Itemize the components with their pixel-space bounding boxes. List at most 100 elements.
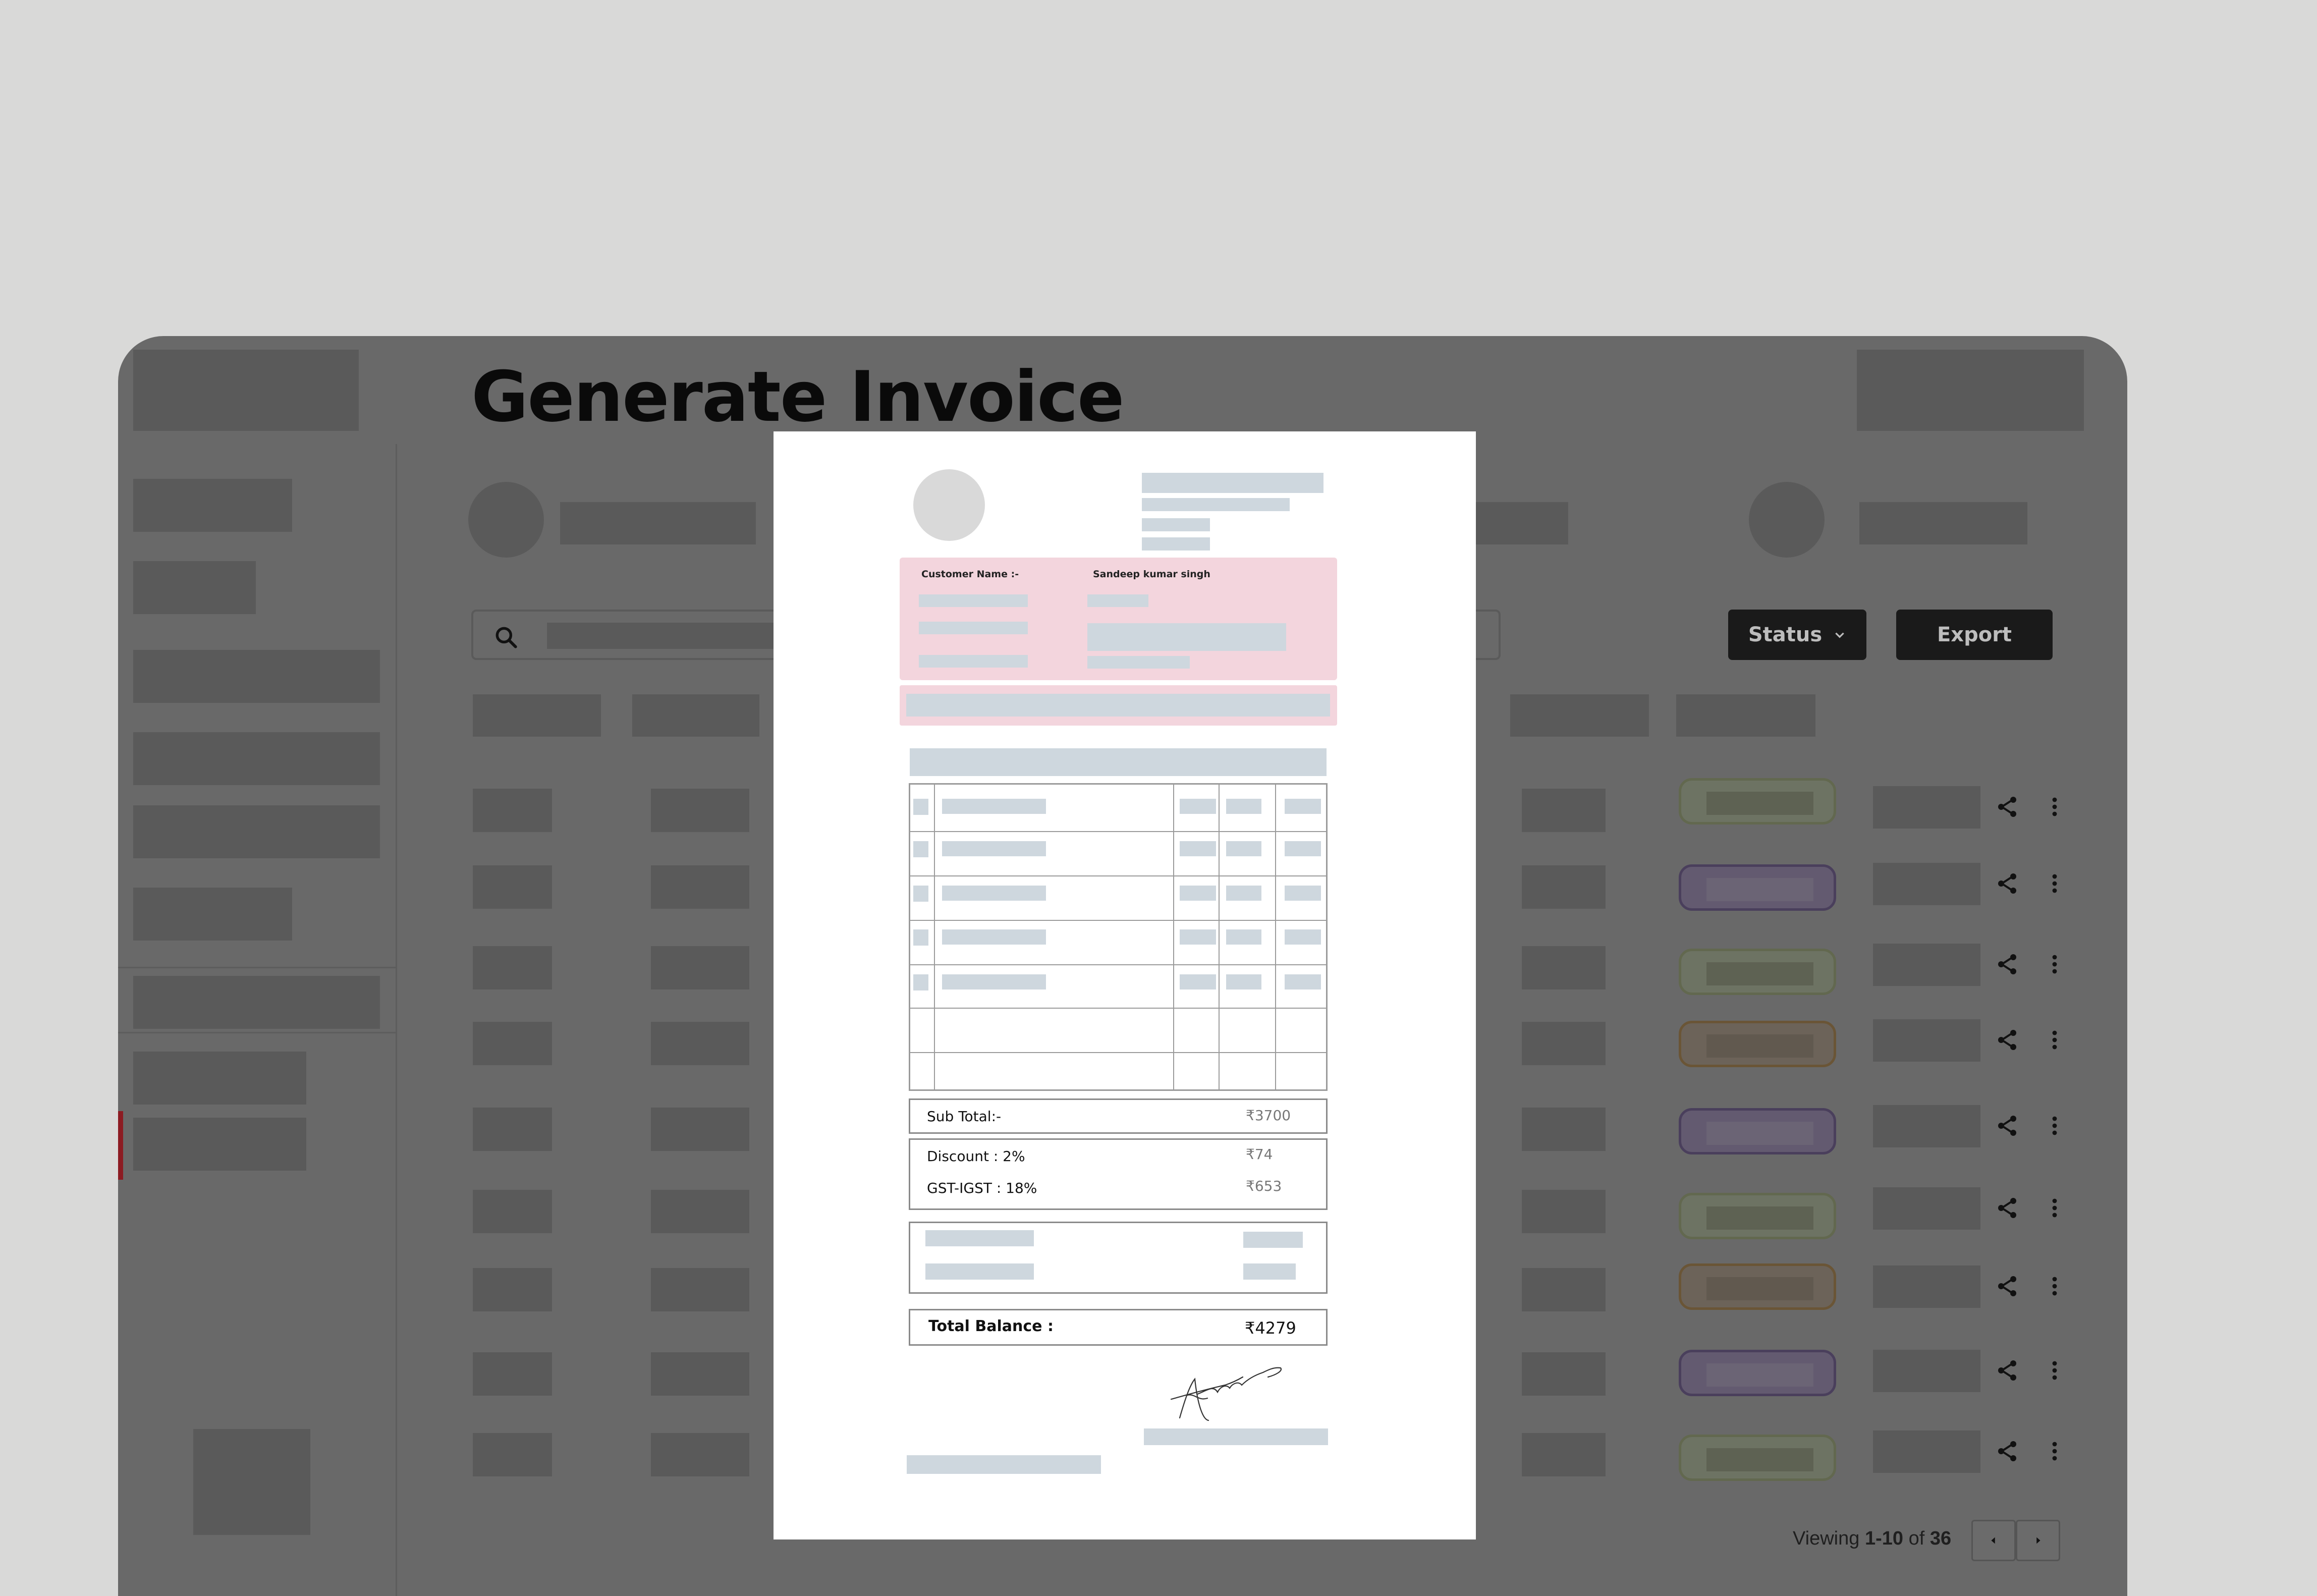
table-cell-placeholder [1522,946,1606,989]
more-vertical-icon[interactable] [2045,952,2065,976]
total-balance-box: Total Balance : ₹4279 [909,1309,1328,1346]
payment-placeholder [925,1263,1034,1280]
table-cell-placeholder [473,1433,552,1476]
items-table-header [910,748,1327,776]
more-vertical-icon[interactable] [2045,795,2065,819]
more-vertical-icon[interactable] [2045,1274,2065,1298]
item-cell-placeholder [913,974,928,990]
pagination-of: of [1903,1528,1930,1549]
table-cell-placeholder [1522,1352,1606,1396]
column-header [1676,694,1815,737]
share-icon[interactable] [1995,1274,2019,1298]
sidebar-item[interactable] [133,650,380,703]
payment-placeholder [1243,1232,1303,1248]
items-row-divider [910,920,1326,921]
item-cell-placeholder [1285,841,1321,856]
table-cell-placeholder [651,1108,749,1151]
sidebar-divider [396,444,397,1596]
more-vertical-icon[interactable] [2045,1439,2065,1463]
pagination-prefix: Viewing [1793,1528,1865,1549]
status-badge [1679,949,1836,995]
table-cell-placeholder [473,1022,552,1065]
share-icon[interactable] [1995,1358,2019,1383]
sidebar-item[interactable] [133,1052,306,1105]
status-badge-text-placeholder [1706,962,1813,985]
table-cell-placeholder [473,789,552,832]
share-icon[interactable] [1995,1196,2019,1220]
company-detail-placeholder [1142,518,1210,531]
table-cell-placeholder [1522,865,1606,909]
payment-placeholder [1243,1263,1296,1280]
sidebar-item[interactable] [133,976,380,1029]
export-button[interactable]: Export [1896,610,2053,660]
customer-field-placeholder [1087,656,1190,669]
invoice-meta-placeholder [906,694,1330,717]
share-icon[interactable] [1995,871,2019,896]
item-cell-placeholder [1180,799,1216,814]
sidebar-item[interactable] [133,479,292,532]
more-vertical-icon[interactable] [2045,1196,2065,1220]
stat-placeholder [1859,502,2027,544]
more-vertical-icon[interactable] [2045,1358,2065,1383]
status-filter-button[interactable]: Status [1728,610,1866,660]
item-cell-placeholder [913,929,928,946]
table-cell-placeholder [1873,1265,1980,1308]
customer-field-placeholder [919,594,1028,607]
item-cell-placeholder [1180,841,1216,856]
header-button-placeholder[interactable] [1857,350,2084,431]
table-cell-placeholder [1873,786,1980,829]
status-badge [1679,1193,1836,1239]
payment-placeholder [925,1230,1034,1246]
table-cell-placeholder [1522,789,1606,832]
sidebar-item[interactable] [133,805,380,858]
stat-placeholder [560,502,756,544]
share-icon[interactable] [1995,795,2019,819]
avatar [468,482,544,558]
items-column-divider [1219,785,1220,1089]
item-cell-placeholder [942,799,1046,814]
table-cell-placeholder [651,1022,749,1065]
more-vertical-icon[interactable] [2045,871,2065,896]
share-icon[interactable] [1995,1114,2019,1138]
table-cell-placeholder [1873,1105,1980,1147]
more-vertical-icon[interactable] [2045,1114,2065,1138]
sidebar-item[interactable] [133,732,380,785]
item-cell-placeholder [913,841,928,857]
more-vertical-icon[interactable] [2045,1028,2065,1052]
sidebar-item-active[interactable] [133,1118,306,1171]
table-cell-placeholder [473,1108,552,1151]
table-cell-placeholder [1522,1433,1606,1476]
items-row-divider [910,1052,1326,1053]
item-cell-placeholder [1226,799,1261,814]
avatar [1749,482,1825,558]
export-button-label: Export [1937,623,2012,646]
prev-page-button[interactable] [1971,1520,2016,1561]
table-cell-placeholder [1873,944,1980,986]
logo-placeholder [133,350,359,431]
share-icon[interactable] [1995,1028,2019,1052]
item-cell-placeholder [1226,929,1261,945]
items-column-divider [1275,785,1276,1089]
sidebar-item[interactable] [133,888,292,941]
customer-field-placeholder [1087,623,1286,651]
item-cell-placeholder [942,974,1046,989]
table-cell-placeholder [1873,1350,1980,1392]
gst-label: GST-IGST : 18% [927,1180,1037,1196]
table-cell-placeholder [473,1190,552,1233]
total-balance-label: Total Balance : [928,1317,1054,1335]
item-cell-placeholder [1180,886,1216,901]
status-badge-text-placeholder [1706,1277,1813,1300]
items-column-divider [1173,785,1174,1089]
sidebar-item[interactable] [133,561,256,614]
table-cell-placeholder [473,865,552,909]
status-badge [1679,864,1836,911]
share-icon[interactable] [1995,952,2019,976]
status-badge [1679,1435,1836,1481]
table-cell-placeholder [651,946,749,989]
status-badge [1679,1108,1836,1154]
signature-image [1170,1367,1282,1421]
pagination-range: 1-10 [1864,1528,1904,1549]
sidebar-section-divider [118,967,396,968]
share-icon[interactable] [1995,1439,2019,1463]
next-page-button[interactable] [2016,1520,2060,1561]
